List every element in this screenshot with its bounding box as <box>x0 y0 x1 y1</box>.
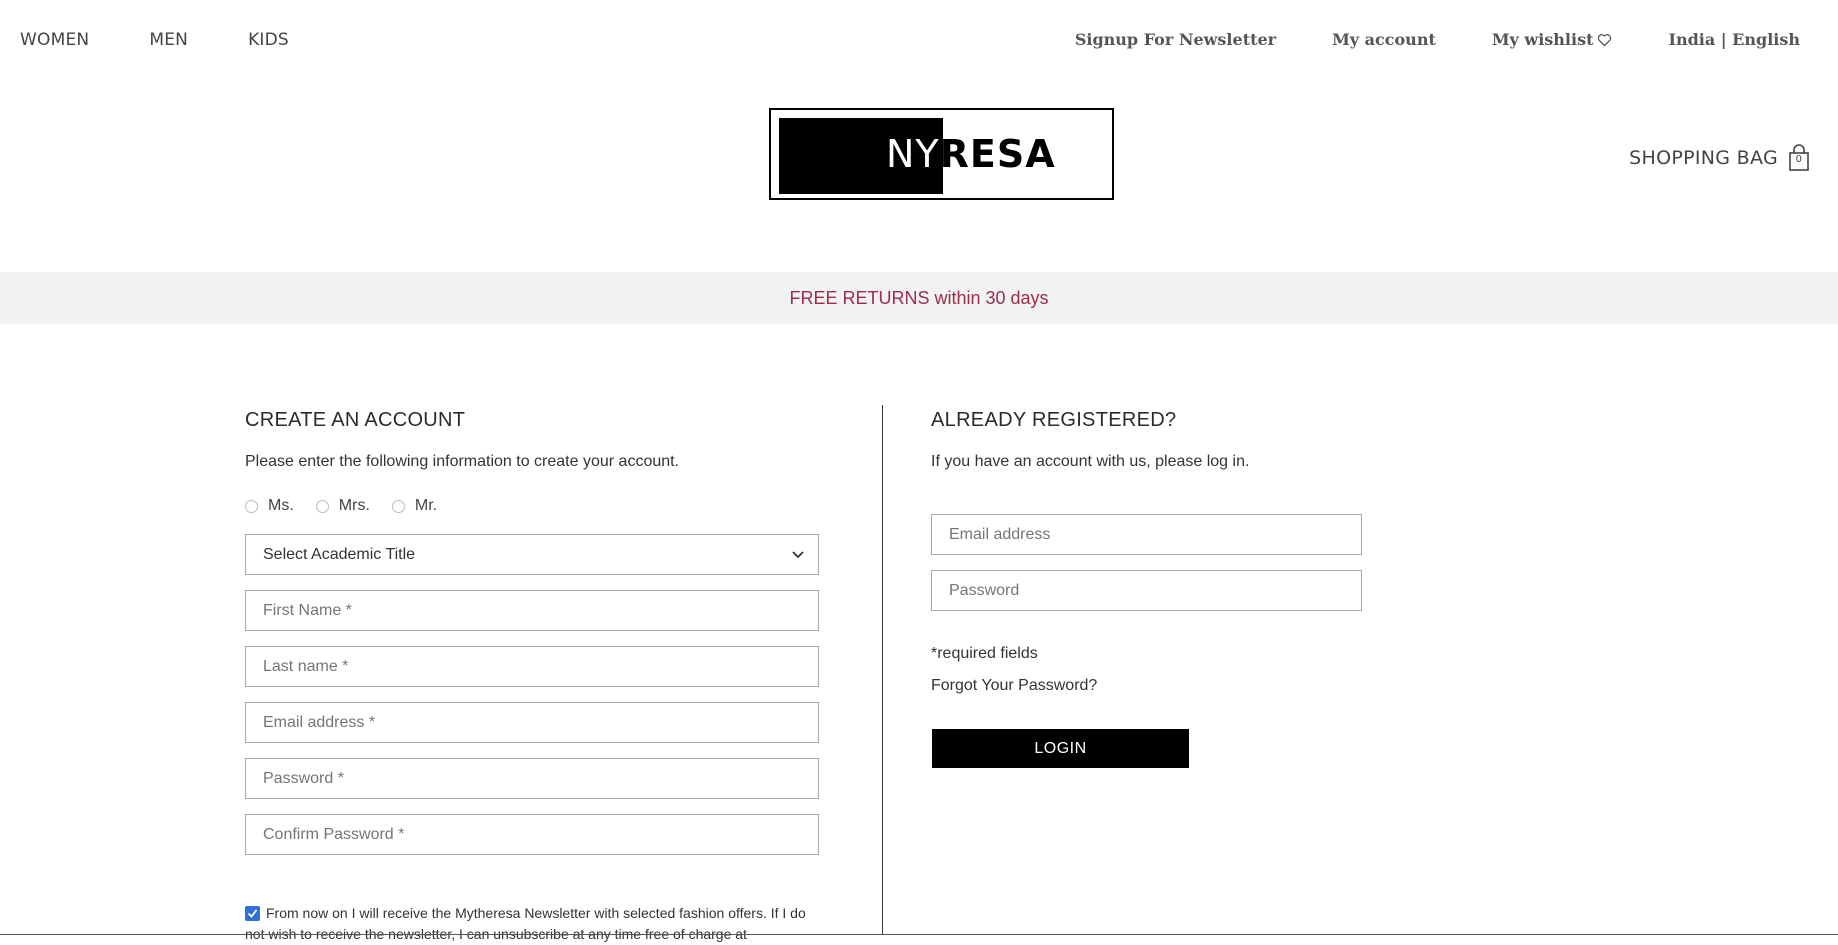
login-subtext: If you have an account with us, please l… <box>931 453 1250 470</box>
login-password-placeholder: Password <box>949 581 1020 599</box>
chevron-down-icon <box>792 550 804 558</box>
salutation-group: Ms. Mrs. Mr. <box>245 497 459 515</box>
shopping-bag-label: SHOPPING BAG <box>1629 147 1778 169</box>
promo-text: FREE RETURNS within 30 days <box>789 287 1049 308</box>
forgot-password-link[interactable]: Forgot Your Password? <box>931 677 1097 695</box>
signup-newsletter-link[interactable]: Signup For Newsletter <box>1075 30 1276 49</box>
nav-men[interactable]: MEN <box>149 30 188 50</box>
required-fields-note: *required fields <box>931 645 1038 662</box>
last-name-field[interactable]: Last name * <box>245 646 819 687</box>
login-heading: ALREADY REGISTERED? <box>931 409 1177 431</box>
promo-banner: FREE RETURNS within 30 days <box>0 272 1838 324</box>
radio-ms[interactable] <box>245 499 258 513</box>
newsletter-checkbox[interactable] <box>245 906 260 921</box>
register-email-field[interactable]: Email address * <box>245 702 819 743</box>
main-category-nav: WOMEN MEN KIDS <box>20 30 349 50</box>
shopping-bag-button[interactable]: SHOPPING BAG 0 <box>1629 144 1810 172</box>
create-account-subtext: Please enter the following information t… <box>245 453 680 470</box>
salutation-mr[interactable]: Mr. <box>391 497 438 515</box>
register-password-placeholder: Password * <box>263 769 344 787</box>
logo-text: NY RESA <box>771 110 1112 198</box>
radio-mrs[interactable] <box>315 499 329 513</box>
newsletter-consent-text: From now on I will receive the Mytheresa… <box>245 905 806 942</box>
nav-kids[interactable]: KIDS <box>248 30 289 50</box>
shopping-bag-count: 0 <box>1795 154 1803 165</box>
salutation-mrs-label: Mrs. <box>338 497 370 514</box>
salutation-ms-label: Ms. <box>268 497 294 514</box>
site-logo[interactable]: NY RESA <box>769 108 1114 200</box>
utility-nav: Signup For Newsletter My account My wish… <box>1019 30 1800 49</box>
salutation-ms[interactable]: Ms. <box>245 497 294 515</box>
salutation-mr-label: Mr. <box>414 497 438 514</box>
login-button[interactable]: LOGIN <box>932 729 1189 768</box>
last-name-placeholder: Last name * <box>263 657 349 675</box>
shopping-bag-icon: 0 <box>1788 144 1810 172</box>
confirm-password-placeholder: Confirm Password * <box>263 825 405 843</box>
login-password-field[interactable]: Password <box>931 570 1362 611</box>
register-password-field[interactable]: Password * <box>245 758 819 799</box>
my-account-link[interactable]: My account <box>1332 30 1436 49</box>
my-wishlist-label: My wishlist <box>1491 30 1594 49</box>
nav-women[interactable]: WOMEN <box>20 30 89 50</box>
academic-title-select[interactable]: Select Academic Title <box>245 534 819 575</box>
newsletter-consent: From now on I will receive the Mytheresa… <box>245 903 825 945</box>
radio-mr[interactable] <box>391 499 405 513</box>
first-name-placeholder: First Name * <box>263 601 352 619</box>
column-divider <box>882 405 883 935</box>
create-account-heading: CREATE AN ACCOUNT <box>245 409 466 431</box>
checkmark-icon <box>247 909 258 918</box>
confirm-password-field[interactable]: Confirm Password * <box>245 814 819 855</box>
register-email-placeholder: Email address * <box>263 713 376 731</box>
logo-text-black: RESA <box>939 132 1056 176</box>
first-name-field[interactable]: First Name * <box>245 590 819 631</box>
academic-title-value: Select Academic Title <box>263 545 416 563</box>
logo-text-white: NY <box>886 132 940 176</box>
locale-selector[interactable]: India | English <box>1668 30 1800 49</box>
heart-icon <box>1598 33 1612 47</box>
login-email-placeholder: Email address <box>949 525 1051 543</box>
login-email-field[interactable]: Email address <box>931 514 1362 555</box>
my-wishlist-link[interactable]: My wishlist <box>1492 30 1613 49</box>
salutation-mrs[interactable]: Mrs. <box>315 497 370 515</box>
